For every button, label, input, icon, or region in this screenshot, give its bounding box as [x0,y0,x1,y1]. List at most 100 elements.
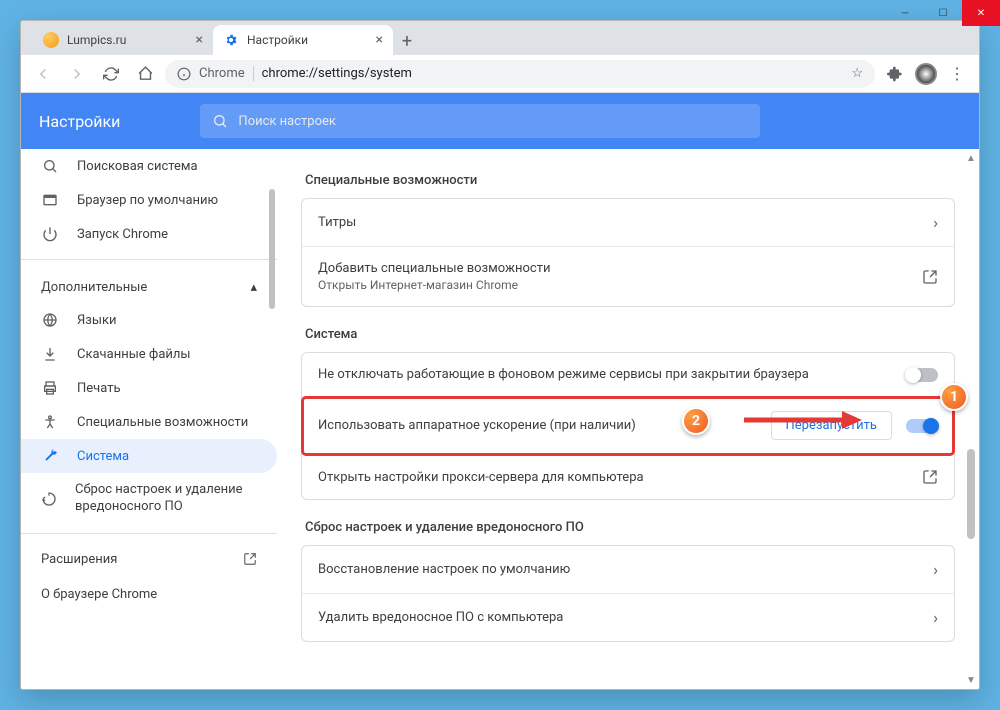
row-sublabel: Открыть Интернет-магазин Chrome [318,278,551,292]
sidebar-item-languages[interactable]: Языки [21,303,277,337]
sidebar-item-search-engine[interactable]: Поисковая система [21,149,277,183]
settings-search[interactable]: Поиск настроек [200,104,760,138]
accessibility-card: Титры › Добавить специальные возможности… [301,198,955,307]
background-apps-toggle[interactable] [906,368,938,382]
wrench-icon [41,448,59,464]
sidebar-item-label: Поисковая система [77,159,198,174]
row-background-apps: Не отключать работающие в фоновом режиме… [302,353,954,397]
content-area: Настройки Поиск настроек Поисковая систе… [21,93,979,689]
sidebar-link-label: Расширения [41,552,117,567]
sidebar-divider [21,533,277,534]
tab-settings[interactable]: Настройки × [213,25,393,55]
back-button[interactable] [29,60,57,88]
sidebar-about-link[interactable]: О браузере Chrome [21,577,277,612]
settings-body: Поисковая система Браузер по умолчанию З… [21,149,979,689]
system-card: Не отключать работающие в фоновом режиме… [301,352,955,500]
section-title-reset: Сброс настроек и удаление вредоносного П… [305,520,955,535]
sidebar-extensions-link[interactable]: Расширения [21,542,277,577]
sidebar: Поисковая система Браузер по умолчанию З… [21,149,277,689]
row-add-accessibility[interactable]: Добавить специальные возможности Открыть… [302,247,954,306]
row-captions[interactable]: Титры › [302,199,954,247]
tab-close-icon[interactable]: × [376,32,383,48]
main-scrollbar[interactable] [967,449,975,539]
scroll-up-arrow-icon[interactable]: ▲ [966,153,976,163]
chevron-right-icon: › [933,608,938,627]
row-label: Восстановление настроек по умолчанию [318,562,570,577]
sidebar-item-label: Система [77,449,129,464]
forward-button[interactable] [63,60,91,88]
bookmark-star-icon[interactable]: ☆ [851,66,863,81]
address-bar[interactable]: Chrome chrome://settings/system ☆ [165,60,875,88]
row-hardware-acceleration: Использовать аппаратное ускорение (при н… [302,397,954,455]
reset-icon [41,491,57,507]
sidebar-scrollbar[interactable] [269,189,275,309]
sidebar-group-label: Дополнительные [41,280,147,295]
row-label: Титры [318,215,356,230]
profile-avatar[interactable] [915,63,937,85]
toolbar: Chrome chrome://settings/system ☆ ⋮ [21,55,979,93]
sidebar-advanced-toggle[interactable]: Дополнительные ▴ [21,268,277,303]
new-tab-button[interactable]: + [393,27,421,55]
search-icon [212,113,228,129]
sidebar-item-default-browser[interactable]: Браузер по умолчанию [21,183,277,217]
hardware-accel-toggle[interactable] [906,419,938,433]
window-controls: ─ ☐ ✕ [886,20,980,26]
sidebar-item-accessibility[interactable]: Специальные возможности [21,405,277,439]
open-external-icon [922,269,938,285]
download-icon [41,346,59,362]
url-text: chrome://settings/system [262,66,412,81]
annotation-badge-1: 1 [940,383,968,411]
sidebar-item-system[interactable]: Система [21,439,277,473]
tab-label: Lumpics.ru [67,33,126,47]
row-proxy-settings[interactable]: Открыть настройки прокси-сервера для ком… [302,455,954,499]
row-label: Добавить специальные возможности [318,261,551,276]
settings-favicon-icon [223,32,239,48]
sidebar-link-label: О браузере Chrome [41,587,157,602]
browser-icon [41,192,59,208]
settings-header: Настройки Поиск настроек [21,93,979,149]
reset-card: Восстановление настроек по умолчанию › У… [301,545,955,642]
open-external-icon [243,552,257,566]
open-external-icon [922,469,938,485]
sidebar-divider [21,259,277,260]
row-cleanup[interactable]: Удалить вредоносное ПО с компьютера › [302,594,954,641]
row-label: Использовать аппаратное ускорение (при н… [318,418,636,433]
site-favicon-icon [43,32,59,48]
info-icon [177,67,191,81]
sidebar-item-label: Языки [77,313,117,328]
tab-lumpics[interactable]: Lumpics.ru × [33,25,213,55]
sidebar-item-reset[interactable]: Сброс настроек и удаление вредоносного П… [21,473,277,525]
sidebar-item-label: Браузер по умолчанию [77,193,218,208]
power-icon [41,226,59,242]
minimize-button[interactable]: ─ [886,20,924,26]
row-restore-defaults[interactable]: Восстановление настроек по умолчанию › [302,546,954,594]
extensions-button[interactable] [881,60,909,88]
page-title: Настройки [39,112,120,131]
chevron-right-icon: › [933,213,938,232]
accessibility-icon [41,414,59,430]
search-icon [41,158,59,174]
browser-window: ─ ☐ ✕ Lumpics.ru × Настройки × + Chrome … [20,20,980,690]
row-label: Открыть настройки прокси-сервера для ком… [318,470,644,485]
chevron-right-icon: › [933,560,938,579]
maximize-button[interactable]: ☐ [924,20,962,26]
printer-icon [41,380,59,396]
annotation-arrow-icon [742,409,862,431]
chevron-up-icon: ▴ [250,280,257,295]
menu-button[interactable]: ⋮ [943,60,971,88]
reload-button[interactable] [97,60,125,88]
search-placeholder: Поиск настроек [238,114,336,129]
chrome-origin-label: Chrome [199,66,254,81]
section-title-accessibility: Специальные возможности [305,173,955,188]
sidebar-item-downloads[interactable]: Скачанные файлы [21,337,277,371]
globe-icon [41,312,59,328]
sidebar-item-printing[interactable]: Печать [21,371,277,405]
main-panel: ▲ Специальные возможности Титры › Добави… [277,149,979,689]
scroll-down-arrow-icon[interactable]: ▼ [966,675,976,685]
home-button[interactable] [131,60,159,88]
tab-close-icon[interactable]: × [196,32,203,48]
row-label: Удалить вредоносное ПО с компьютера [318,610,563,625]
sidebar-item-on-startup[interactable]: Запуск Chrome [21,217,277,251]
close-button[interactable]: ✕ [962,20,980,26]
sidebar-item-label: Запуск Chrome [77,227,168,242]
